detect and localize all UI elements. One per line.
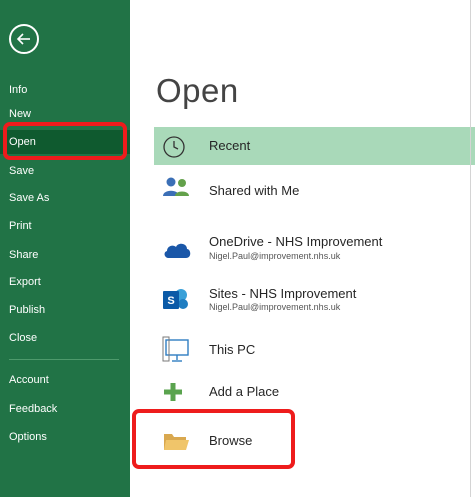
window-border	[470, 0, 471, 497]
svg-text:S: S	[167, 295, 174, 307]
back-button[interactable]	[9, 24, 39, 54]
sharepoint-icon: S	[163, 289, 188, 309]
sidebar-item-feedback[interactable]: Feedback	[0, 397, 130, 421]
computer-icon	[162, 336, 189, 362]
sidebar-item-close[interactable]: Close	[0, 326, 130, 350]
place-shared-with-me[interactable]: Shared with Me	[154, 165, 475, 213]
place-this-pc[interactable]: This PC	[154, 330, 475, 370]
place-shared-label: Shared with Me	[209, 183, 300, 198]
sidebar-divider	[9, 359, 119, 360]
sidebar-item-options[interactable]: Options	[0, 425, 130, 449]
backstage-sidebar: Info New Open Save Save As Print Share E…	[0, 0, 130, 497]
place-onedrive-label: OneDrive - NHS Improvement	[209, 234, 383, 249]
place-add-a-place[interactable]: Add a Place	[154, 372, 475, 410]
place-recent-label: Recent	[209, 138, 251, 153]
sidebar-item-save-as[interactable]: Save As	[0, 186, 130, 210]
sidebar-item-save[interactable]: Save	[0, 159, 130, 183]
back-arrow-icon	[16, 33, 30, 45]
place-add-label: Add a Place	[209, 384, 280, 399]
place-onedrive-email: Nigel.Paul@improvement.nhs.uk	[209, 251, 341, 261]
sidebar-item-publish[interactable]: Publish	[0, 298, 130, 322]
sidebar-item-print[interactable]: Print	[0, 214, 130, 238]
plus-icon	[164, 383, 182, 401]
sidebar-item-account[interactable]: Account	[0, 368, 130, 392]
sidebar-item-new[interactable]: New	[0, 102, 130, 126]
cloud-icon	[164, 243, 191, 258]
folder-icon	[164, 434, 189, 450]
place-recent[interactable]: Recent	[154, 127, 475, 165]
sidebar-item-open[interactable]: Open	[0, 130, 130, 154]
place-sites-email: Nigel.Paul@improvement.nhs.uk	[209, 302, 341, 312]
place-sites[interactable]: S Sites - NHS Improvement Nigel.Paul@imp…	[154, 279, 475, 327]
place-browse-label: Browse	[209, 433, 253, 448]
place-sites-label: Sites - NHS Improvement	[209, 286, 357, 301]
place-this-pc-label: This PC	[209, 342, 256, 357]
sidebar-item-export[interactable]: Export	[0, 270, 130, 294]
clock-icon	[163, 136, 185, 158]
sidebar-item-info[interactable]: Info	[0, 78, 130, 102]
place-browse[interactable]: Browse	[154, 422, 475, 462]
people-icon	[163, 177, 189, 196]
file-backstage-window: Info New Open Save Save As Print Share E…	[0, 0, 475, 497]
sidebar-item-share[interactable]: Share	[0, 243, 130, 267]
place-onedrive[interactable]: OneDrive - NHS Improvement Nigel.Paul@im…	[154, 226, 475, 274]
page-title: Open	[156, 72, 239, 109]
